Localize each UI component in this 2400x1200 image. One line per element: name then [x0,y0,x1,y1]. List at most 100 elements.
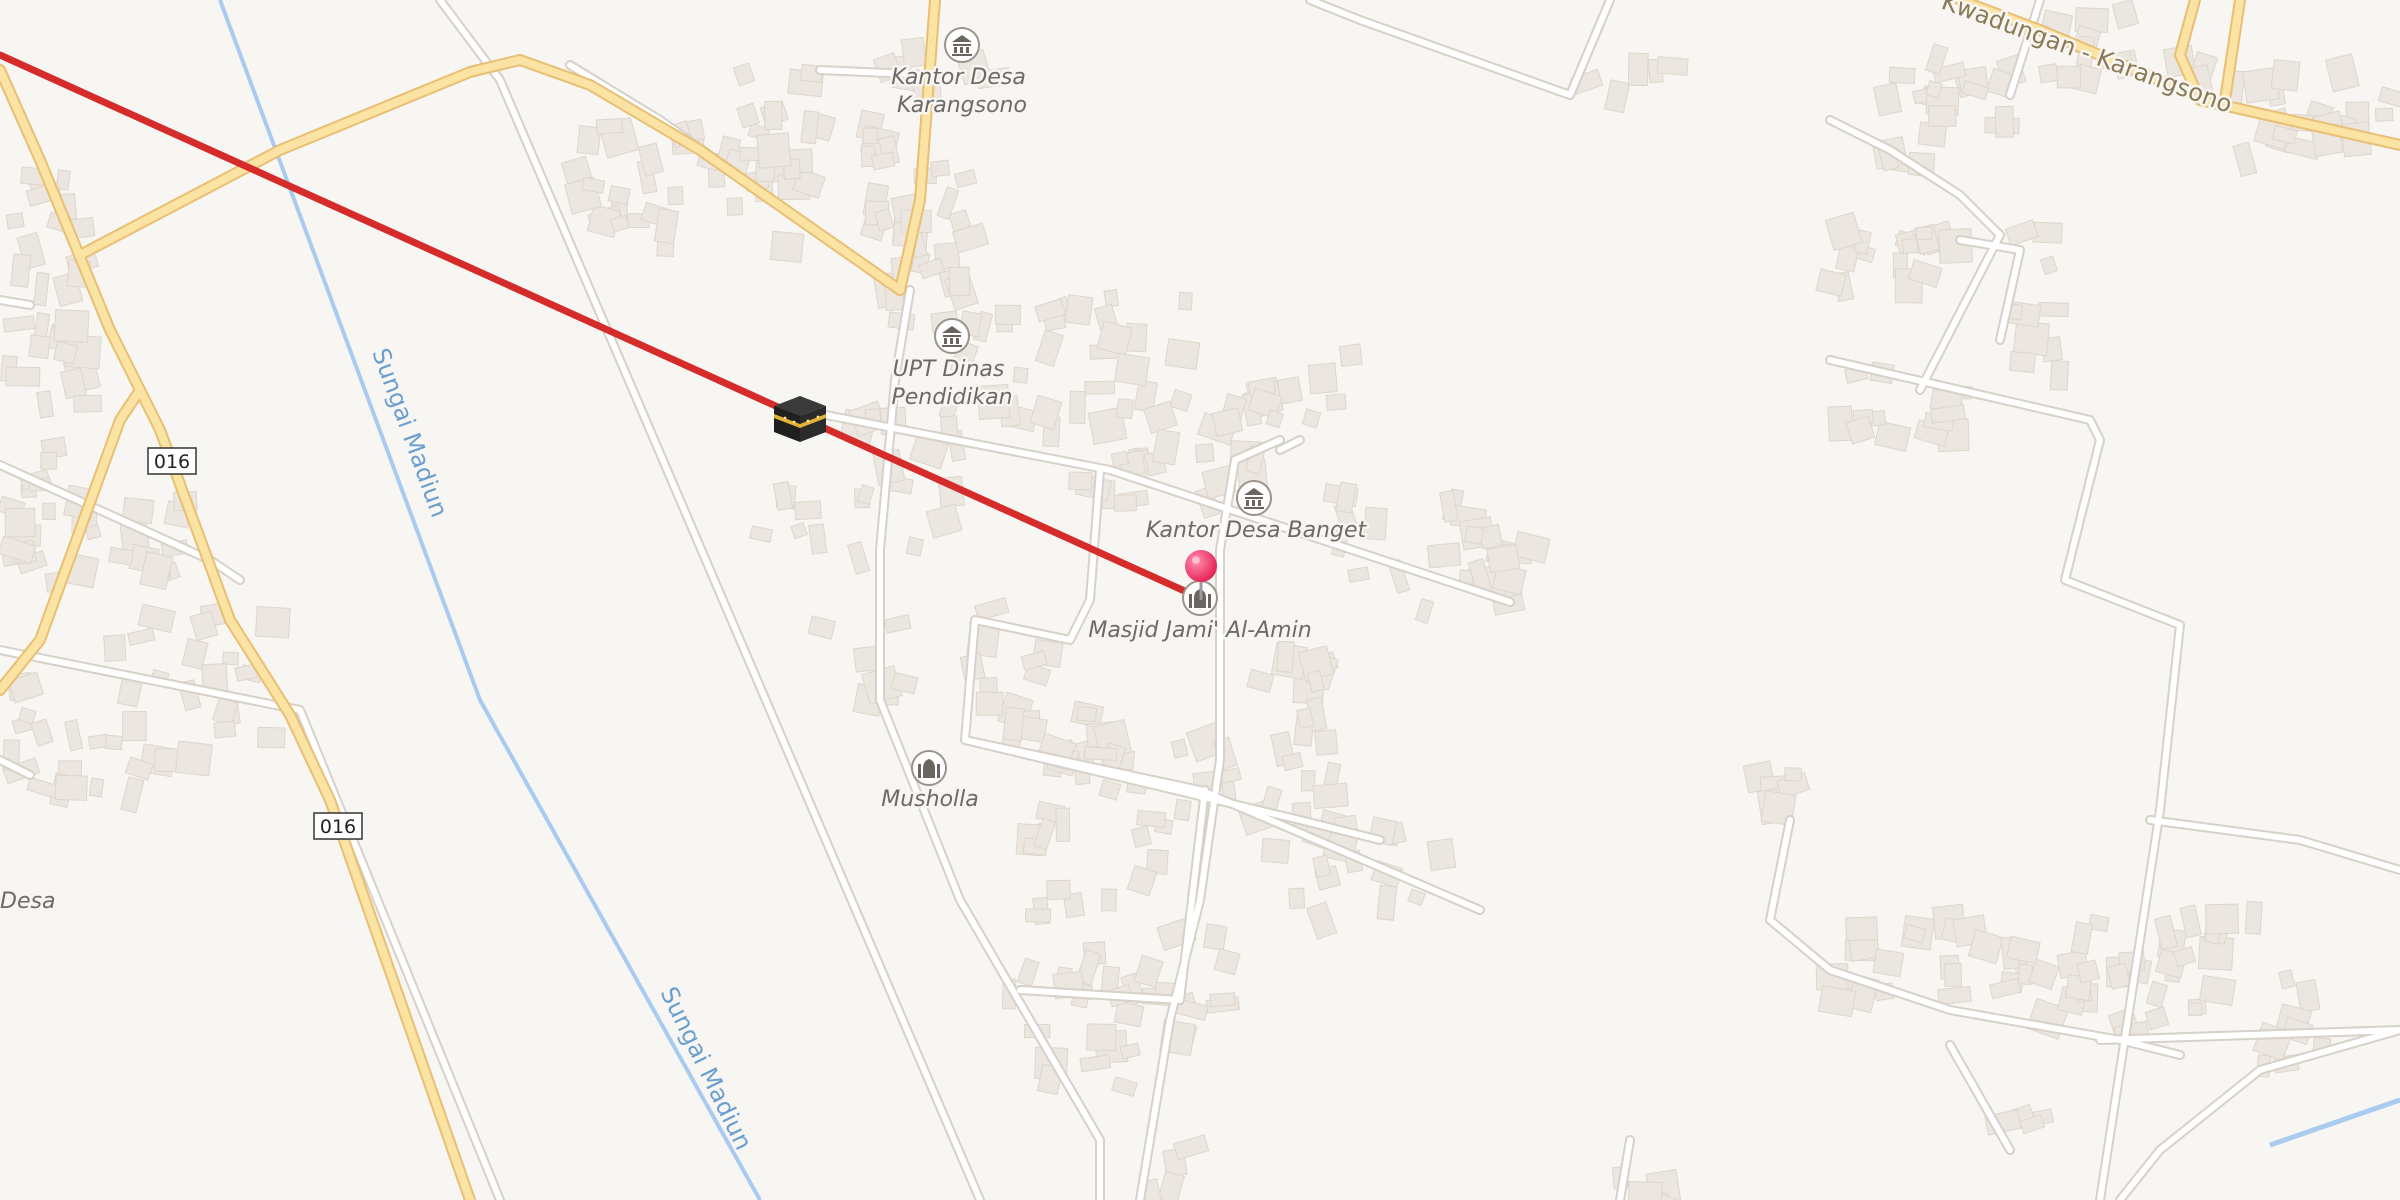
building [1604,79,1631,114]
building [1213,947,1241,976]
building [1627,1180,1663,1200]
building [1178,291,1193,311]
minor-road [1827,357,2183,1200]
building [104,734,123,751]
building [1172,1134,1210,1161]
building [40,451,57,470]
building [1325,393,1347,411]
building [607,185,631,205]
building [1784,767,1802,782]
building [2145,980,2169,1009]
building [764,100,783,131]
building [2278,969,2296,990]
building [653,208,680,245]
building [794,500,822,521]
government-building-icon[interactable] [944,27,980,63]
building [948,266,971,297]
building [1845,916,1878,942]
svg-text:016: 016 [154,451,190,473]
building [2038,301,2069,318]
building [42,502,56,520]
building [1024,908,1052,923]
building [749,525,774,544]
building [667,186,684,206]
building [2032,221,2063,244]
building [1069,390,1087,425]
building [1098,778,1122,801]
building [1656,56,1689,76]
building [953,168,978,189]
building [769,230,805,264]
building [1100,888,1117,912]
government-building-icon[interactable] [934,318,970,354]
building [28,334,51,360]
building [1113,494,1137,512]
building [2374,107,2394,122]
building [1486,543,1521,574]
building [862,127,878,145]
building [807,615,837,640]
river-label: Sungai Madiun [655,982,758,1154]
building [2038,63,2059,84]
mosque-icon[interactable] [911,750,947,786]
building [1046,879,1071,901]
building [2,315,36,333]
building [1260,837,1291,865]
building [1136,809,1167,828]
building [2076,959,2100,984]
building [174,740,213,777]
building [1426,542,1462,569]
building [1944,962,1962,987]
building [1988,977,2022,1000]
building [2270,59,2301,92]
road-shield: 016 [313,812,363,840]
building [1347,566,1370,584]
building [2111,0,2140,30]
government-building-icon[interactable] [1236,480,1272,516]
kaaba-icon[interactable] [774,396,826,442]
building [1414,597,1435,624]
building [1170,738,1189,759]
building [1111,1076,1138,1097]
building [846,540,871,576]
building [900,36,927,69]
building [790,521,808,540]
building [756,132,792,169]
building [1901,237,1919,255]
building [1012,366,1029,384]
place-label-desa: Desa [0,889,55,914]
building [925,503,963,539]
building [1034,329,1065,368]
building [2377,86,2400,110]
building [1203,923,1228,951]
building [1002,706,1025,744]
building [930,159,951,178]
building [2049,360,2070,391]
building [2153,914,2179,951]
building [800,110,820,145]
building [2056,65,2081,89]
building [2204,903,2240,935]
building [2039,255,2059,276]
building [1928,105,1957,127]
map-canvas[interactable]: 016 016 Kwadungan - Karangsono Sungai Ma… [0,0,2400,1200]
building [64,718,84,752]
poi-label-musholla: Musholla [881,787,979,812]
building [1083,746,1118,762]
building [213,720,237,739]
building [1084,380,1116,395]
building [1376,884,1398,921]
building [1407,888,1426,907]
building [994,304,1022,326]
building [856,483,875,506]
building [1157,1170,1186,1200]
building [1076,706,1098,723]
building [122,711,147,742]
building [36,390,55,419]
building [1305,901,1338,940]
building [1937,985,1972,1006]
building [1055,807,1071,842]
building [103,634,127,662]
building [1246,668,1275,694]
building [120,776,145,814]
